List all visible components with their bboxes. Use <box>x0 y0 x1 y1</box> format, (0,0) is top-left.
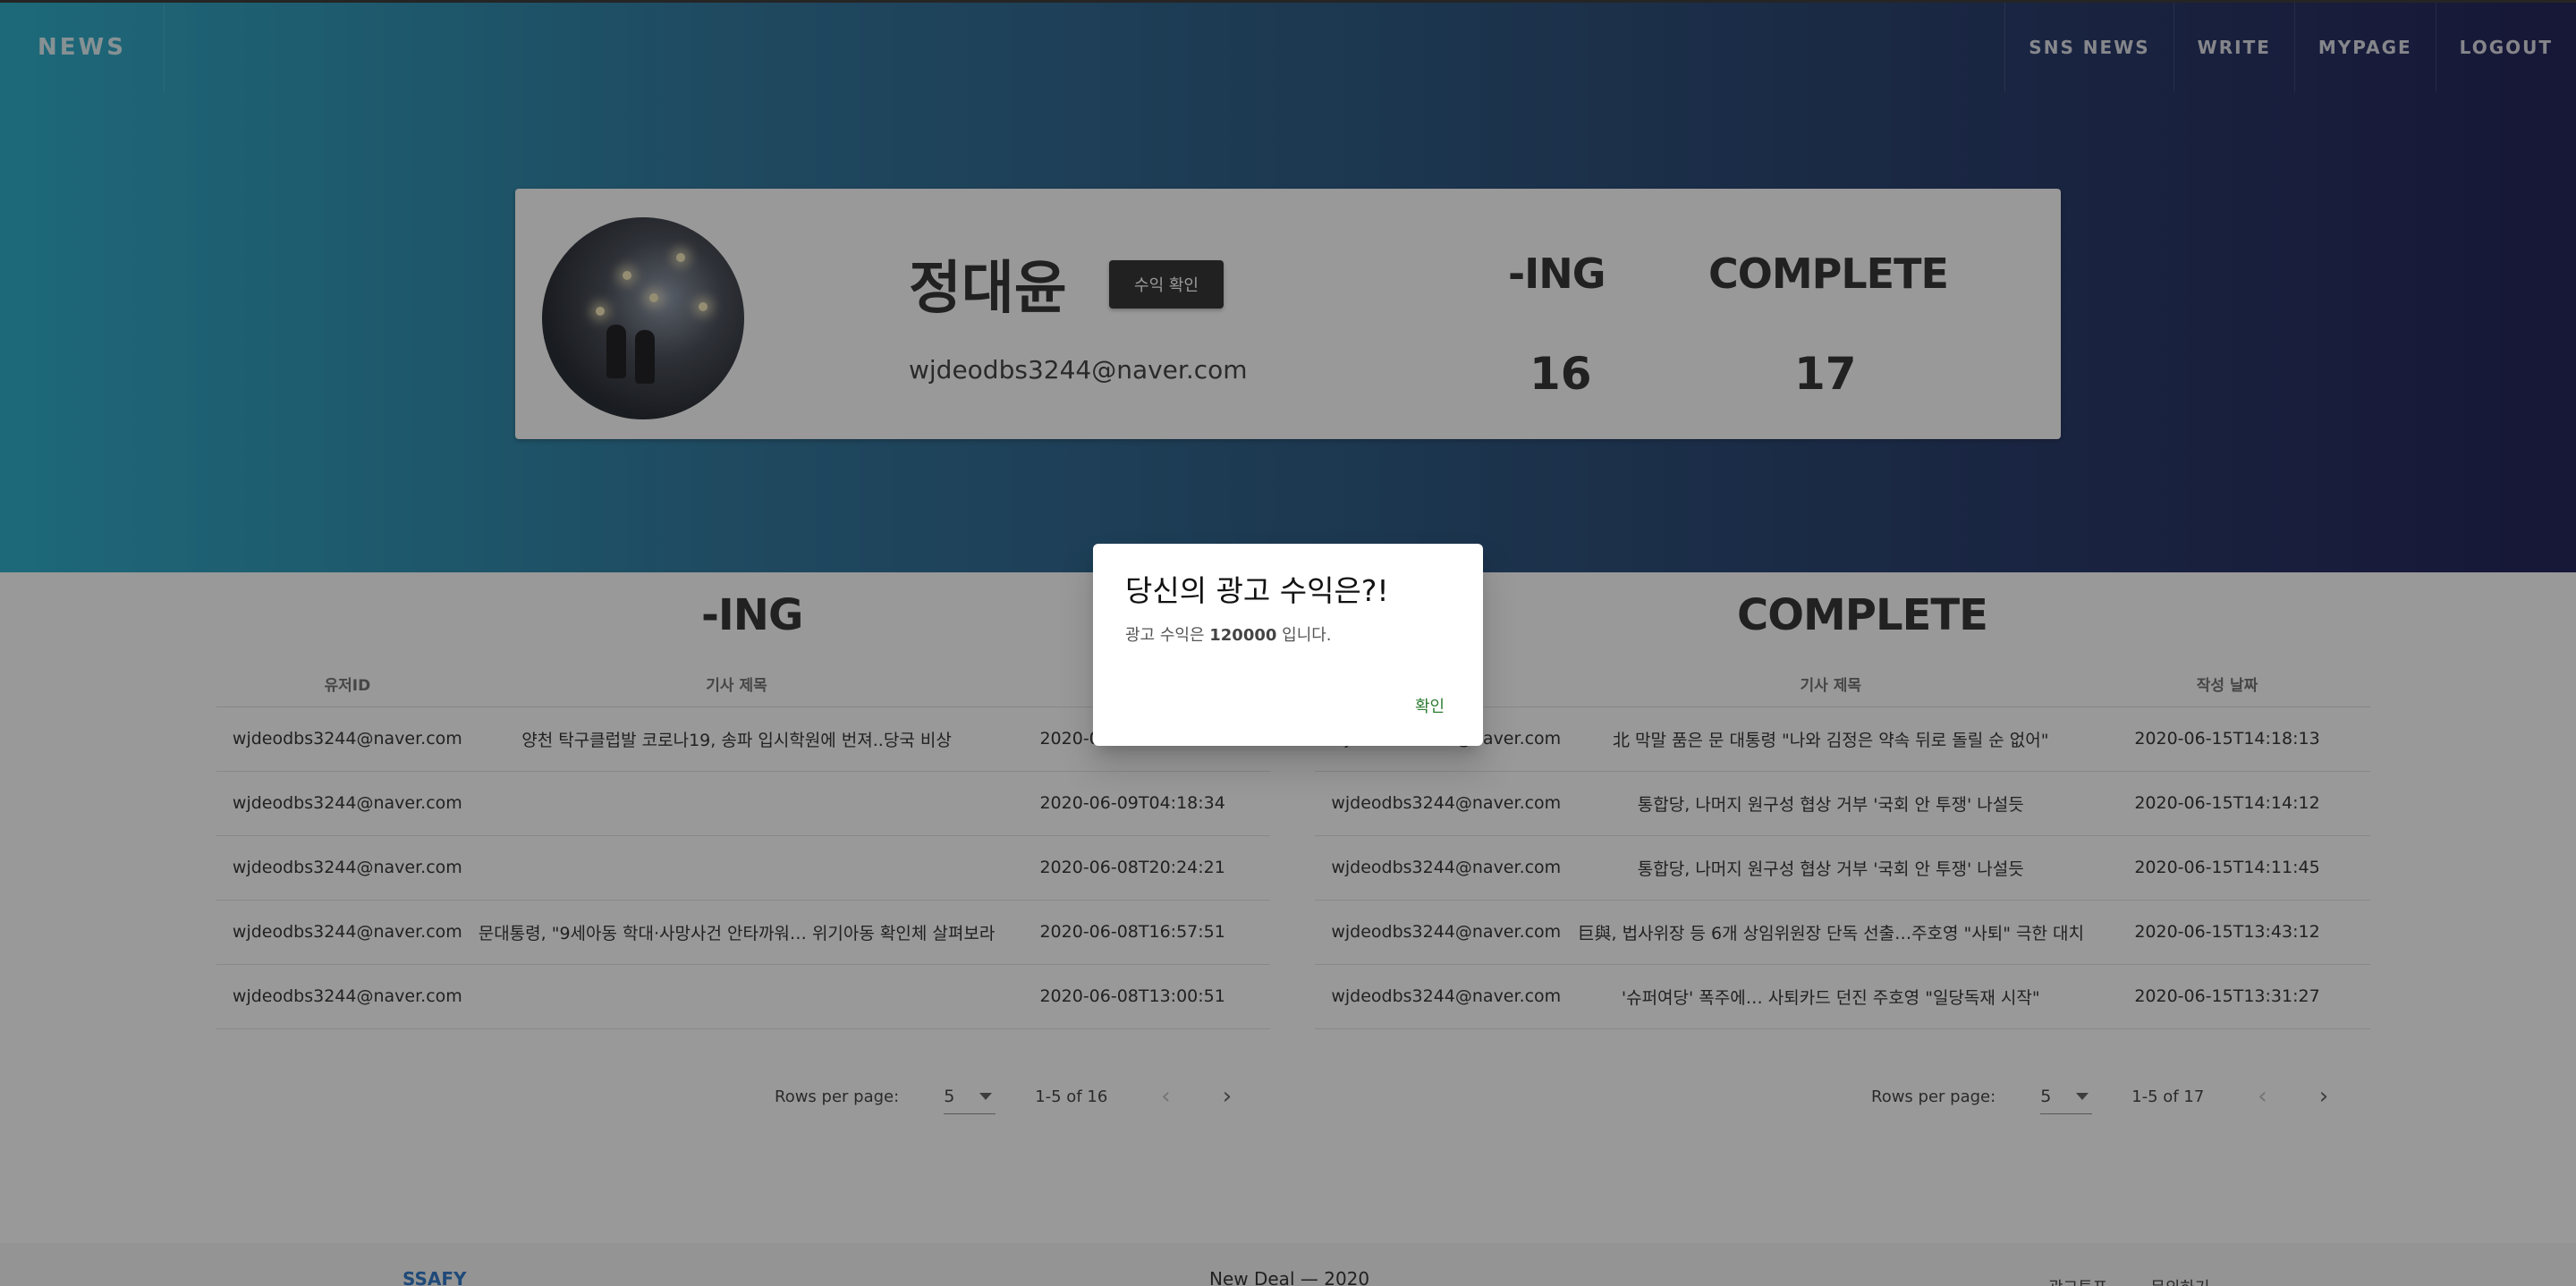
dialog-text-prefix: 광고 수익은 <box>1125 626 1210 645</box>
dialog-confirm-button[interactable]: 확인 <box>1415 694 1445 717</box>
dialog-message: 광고 수익은 120000 입니다. <box>1125 622 1332 646</box>
dialog-text-suffix: 입니다. <box>1276 626 1332 645</box>
income-amount: 120000 <box>1209 626 1277 645</box>
income-dialog: 당신의 광고 수익은?! 광고 수익은 120000 입니다. 확인 <box>1093 544 1483 746</box>
dialog-title: 당신의 광고 수익은?! <box>1125 573 1389 608</box>
